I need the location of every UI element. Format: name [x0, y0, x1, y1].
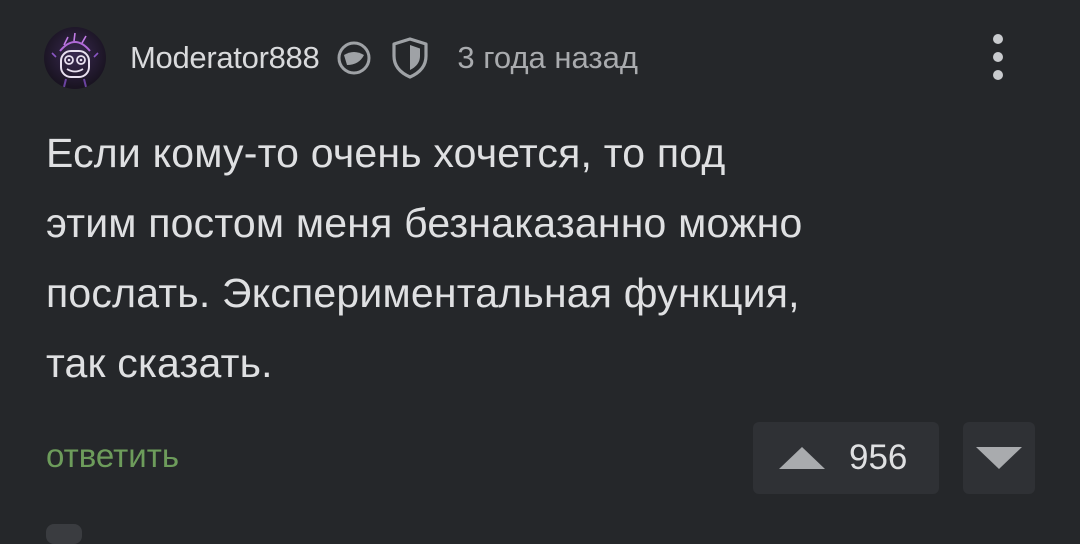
comment-timestamp: 3 года назад [457, 40, 638, 75]
next-comment-avatar [46, 524, 82, 544]
arrow-up-icon [779, 447, 825, 469]
rating-counter: 956 [849, 438, 908, 477]
upvote-button[interactable]: 956 [753, 422, 939, 494]
moderator-badge-icon [335, 39, 373, 77]
more-options-icon[interactable] [986, 32, 1010, 82]
author-name[interactable]: Moderator888 [130, 40, 320, 76]
downvote-button[interactable] [963, 422, 1035, 494]
avatar[interactable] [44, 27, 106, 89]
comment-header: Moderator888 3 года назад [44, 26, 638, 90]
comment: Moderator888 3 года назад Если кому-то о… [0, 0, 1080, 544]
shield-icon [389, 36, 431, 80]
arrow-down-icon [976, 447, 1022, 469]
reply-button[interactable]: ответить [46, 437, 179, 475]
comment-body: Если кому-то очень хочется, то под этим … [46, 130, 803, 386]
